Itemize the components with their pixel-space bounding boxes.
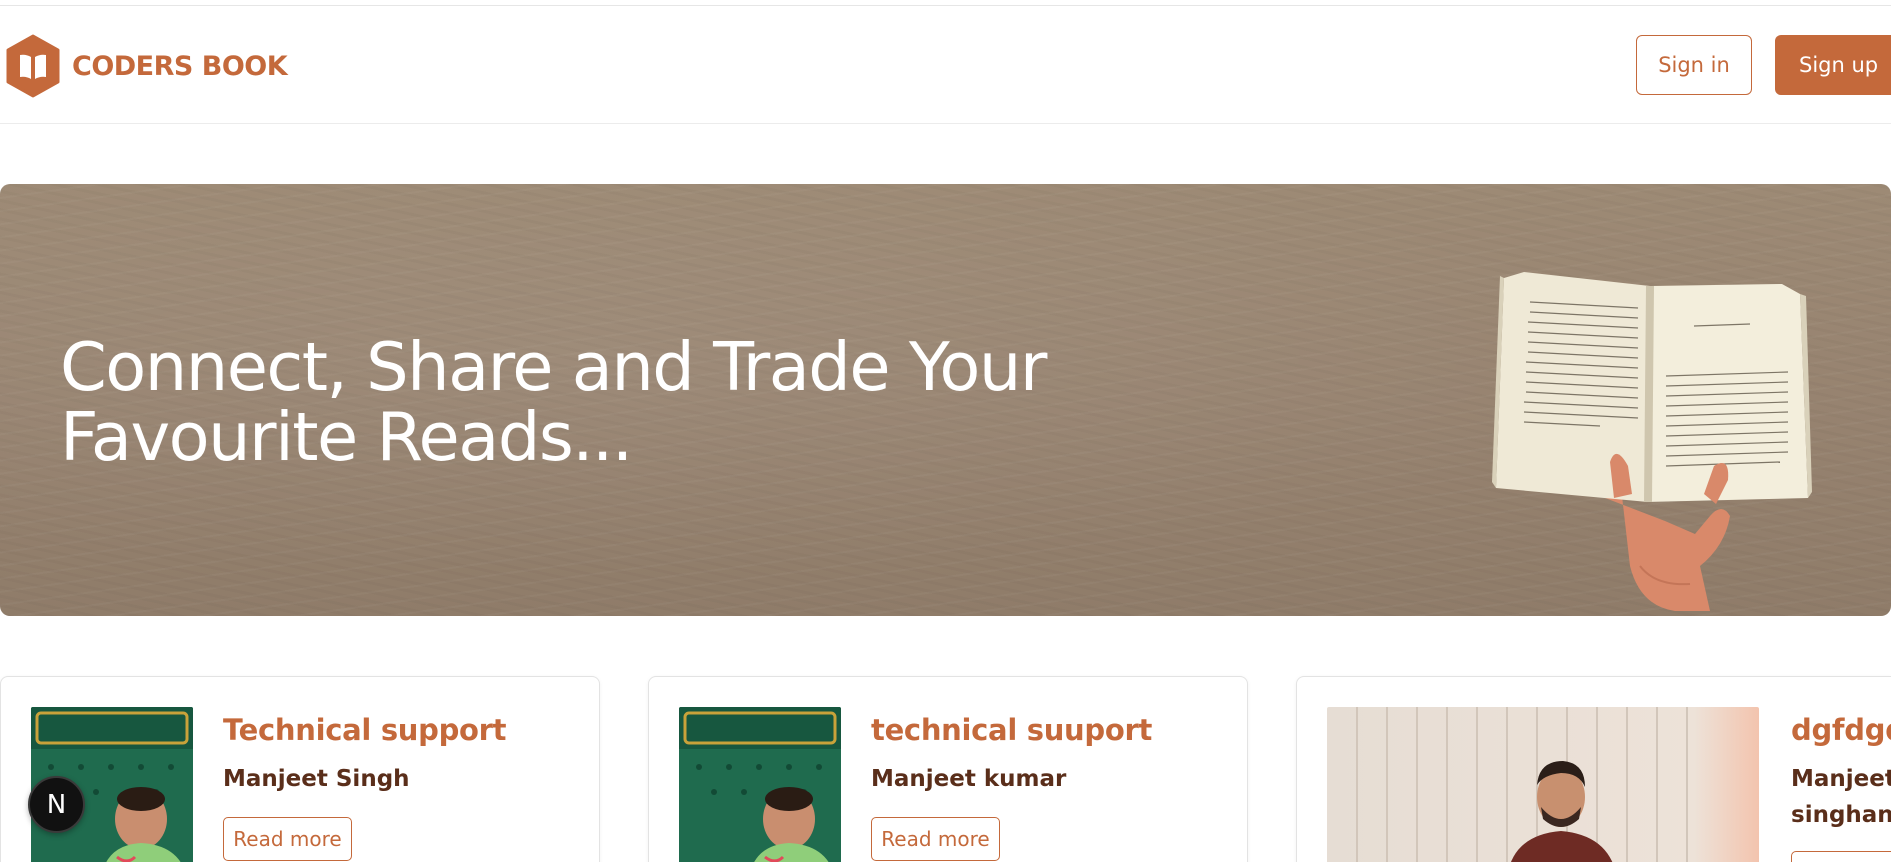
sign-in-button[interactable]: Sign in	[1636, 35, 1752, 95]
hero-title-line1: Connect, Share and Trade Your	[60, 328, 1047, 406]
author-photo	[1327, 707, 1759, 862]
article-cards: Technical support Manjeet Singh Read mor…	[0, 676, 1891, 862]
author-photo	[679, 707, 841, 862]
card-author: Manjeet singhania	[1791, 761, 1891, 833]
card-author: Manjeet kumar	[871, 766, 1067, 792]
hero-title: Connect, Share and Trade Your Favourite …	[60, 332, 1160, 472]
read-more-button[interactable]: Read more	[223, 817, 352, 861]
sign-up-button[interactable]: Sign up	[1775, 35, 1891, 95]
card-title[interactable]: Technical support	[223, 713, 507, 747]
card-title[interactable]: technical suuport	[871, 713, 1152, 747]
navbar: CODERS BOOK Sign in Sign up	[0, 6, 1891, 124]
open-book-in-hand-illustration	[1492, 272, 1812, 611]
card-author: Manjeet Singh	[223, 766, 410, 792]
nextjs-dev-indicator-icon[interactable]: N	[28, 776, 85, 833]
article-card[interactable]: Technical support Manjeet Singh Read mor…	[0, 676, 600, 862]
man-photo-image	[1327, 707, 1759, 862]
card-author-line1: Manjeet	[1791, 766, 1891, 792]
child-photo-image	[679, 707, 841, 862]
card-title[interactable]: dgfdgd	[1791, 713, 1891, 747]
article-card[interactable]: dgfdgd Manjeet singhania Read more	[1296, 676, 1891, 862]
hero-title-line2: Favourite Reads...	[60, 398, 633, 476]
logo-text: CODERS BOOK	[72, 50, 288, 82]
read-more-button[interactable]: Read more	[1791, 851, 1891, 862]
logo[interactable]: CODERS BOOK	[4, 34, 288, 98]
read-more-button[interactable]: Read more	[871, 817, 1000, 861]
card-author-line2: singhania	[1791, 802, 1891, 828]
hero-banner: Connect, Share and Trade Your Favourite …	[0, 184, 1891, 616]
open-book-logo-icon	[6, 34, 60, 98]
article-card[interactable]: technical suuport Manjeet kumar Read mor…	[648, 676, 1248, 862]
